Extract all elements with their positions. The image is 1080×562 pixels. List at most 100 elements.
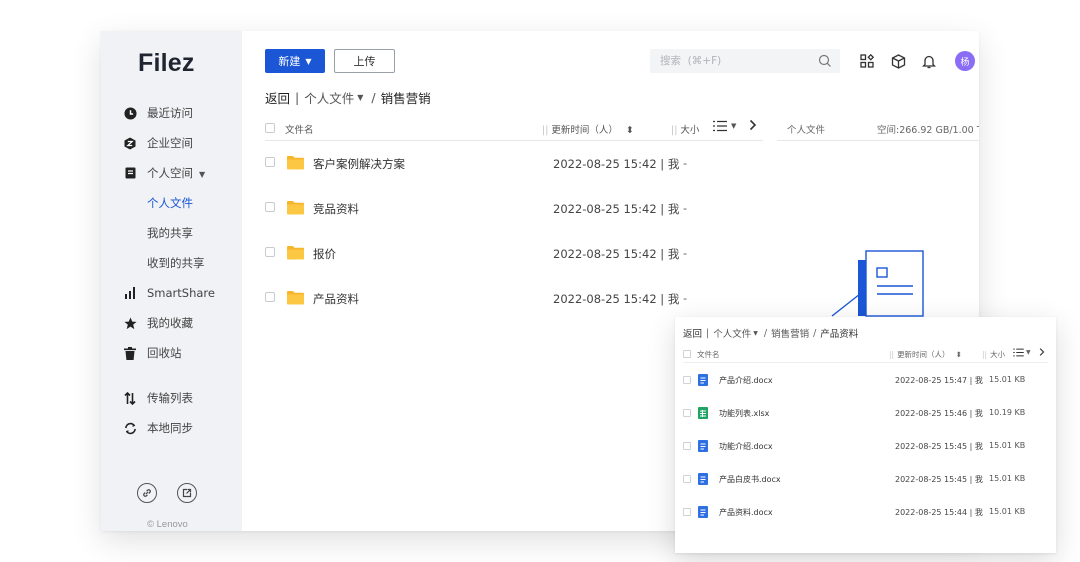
clock-icon <box>123 106 137 120</box>
bell-icon[interactable] <box>921 53 937 69</box>
chevron-right-icon[interactable] <box>749 119 757 134</box>
sidebar-item-label: 收到的共享 <box>147 256 205 270</box>
breadcrumb-back-link[interactable]: 返回 <box>265 88 290 107</box>
file-name[interactable]: 产品介绍.docx <box>719 375 773 386</box>
sidebar-item-recycle-bin[interactable]: 回收站 <box>101 342 242 364</box>
breadcrumb-separator: / <box>813 327 817 339</box>
table-row[interactable]: 客户案例解决方案 2022-08-25 15:42 | 我 - <box>265 152 725 174</box>
column-header-time[interactable]: || 更新时间（人） ⬍ <box>542 122 634 136</box>
list-item[interactable]: 功能介绍.docx 2022-08-25 15:45 | 我 15.01 KB <box>683 439 1043 453</box>
breadcrumb-parent-link[interactable]: 个人文件 <box>304 88 354 107</box>
row-checkbox[interactable] <box>265 202 275 212</box>
row-checkbox[interactable] <box>265 247 275 257</box>
chevron-right-icon[interactable] <box>1039 347 1045 359</box>
subfolder-preview-panel: 返回 | 个人文件 ▼ / 销售营销 / 产品资料 文件名 || 更新时间（人） ⬍… <box>675 317 1056 553</box>
sidebar-item-label: 企业空间 <box>147 136 193 150</box>
file-size: 15.01 KB <box>989 507 1026 516</box>
sidebar-item-local-sync[interactable]: 本地同步 <box>101 417 242 439</box>
word-doc-icon <box>698 473 708 485</box>
breadcrumb-parent-link[interactable]: 个人文件 <box>713 326 751 340</box>
document-illustration <box>831 250 924 317</box>
sidebar-item-my-shares[interactable]: 我的共享 <box>101 222 242 244</box>
chevron-down-icon[interactable]: ▼ <box>1026 349 1031 356</box>
avatar[interactable]: 杨 <box>955 51 975 71</box>
breadcrumb-separator: / <box>371 90 376 105</box>
row-checkbox[interactable] <box>683 409 691 417</box>
list-item[interactable]: 功能列表.xlsx 2022-08-25 15:46 | 我 10.19 KB <box>683 406 1043 420</box>
storage-usage: 空间:266.92 GB/1.00 TB <box>877 125 979 136</box>
sidebar-item-label: 个人文件 <box>147 196 193 210</box>
new-button-label: 新建 <box>278 55 301 68</box>
apps-grid-icon[interactable] <box>859 53 875 69</box>
file-name[interactable]: 客户案例解决方案 <box>313 156 405 172</box>
sidebar-item-transfer-list[interactable]: 传输列表 <box>101 387 242 409</box>
table-row[interactable]: 报价 2022-08-25 15:42 | 我 - <box>265 242 725 264</box>
file-name[interactable]: 报价 <box>313 246 336 262</box>
new-button[interactable]: 新建 ▼ <box>265 49 325 73</box>
chevron-down-icon[interactable]: ▼ <box>753 330 758 337</box>
link-button[interactable] <box>137 483 157 503</box>
chevron-down-icon[interactable]: ▼ <box>357 93 363 102</box>
spreadsheet-icon <box>698 407 708 419</box>
upload-button[interactable]: 上传 <box>334 49 395 73</box>
share-button[interactable] <box>177 483 197 503</box>
row-checkbox[interactable] <box>683 508 691 516</box>
sidebar-item-personal-files[interactable]: 个人文件 <box>101 192 242 214</box>
chevron-down-icon: ▼ <box>305 56 312 66</box>
word-doc-icon <box>698 440 708 452</box>
chevron-down-icon[interactable]: ▼ <box>731 122 736 130</box>
sort-icon: ⬍ <box>625 125 634 136</box>
row-checkbox[interactable] <box>683 376 691 384</box>
breadcrumb-back-link[interactable]: 返回 <box>683 326 702 340</box>
select-all-checkbox[interactable] <box>265 123 275 133</box>
breadcrumb-folder-link[interactable]: 销售营销 <box>771 326 809 340</box>
box-icon[interactable] <box>890 53 906 69</box>
transfer-icon <box>123 391 137 405</box>
file-name[interactable]: 功能介绍.docx <box>719 441 773 452</box>
sidebar-item-personal-space[interactable]: 个人空间 ▼ <box>101 162 242 184</box>
sidebar-item-smartshare[interactable]: SmartShare <box>101 282 242 304</box>
row-checkbox[interactable] <box>265 157 275 167</box>
file-name[interactable]: 产品资料.docx <box>719 507 773 518</box>
column-header-size[interactable]: || 大小 <box>982 349 1005 360</box>
sidebar-item-received-shares[interactable]: 收到的共享 <box>101 252 242 274</box>
column-header-size[interactable]: || 大小 <box>671 122 699 136</box>
file-name[interactable]: 功能列表.xlsx <box>719 408 769 419</box>
file-size: - <box>683 156 688 170</box>
search-input[interactable] <box>650 49 840 73</box>
sidebar-item-enterprise[interactable]: 企业空间 <box>101 132 242 154</box>
file-time: 2022-08-25 15:44 | 我 <box>895 508 983 517</box>
list-item[interactable]: 产品白皮书.docx 2022-08-25 15:45 | 我 15.01 KB <box>683 472 1043 486</box>
list-item[interactable]: 产品介绍.docx 2022-08-25 15:47 | 我 15.01 KB <box>683 373 1043 387</box>
file-name[interactable]: 产品白皮书.docx <box>719 474 781 485</box>
table-row[interactable]: 竞品资料 2022-08-25 15:42 | 我 - <box>265 197 725 219</box>
list-view-icon[interactable] <box>1013 348 1024 359</box>
sidebar-item-label: 回收站 <box>147 346 182 360</box>
breadcrumb-current: 销售营销 <box>380 91 431 106</box>
sidebar-item-recent[interactable]: 最近访问 <box>101 102 242 124</box>
row-checkbox[interactable] <box>265 292 275 302</box>
file-time: 2022-08-25 15:42 | 我 <box>553 247 680 261</box>
column-header-time[interactable]: || 更新时间（人） ⬍ <box>889 349 962 360</box>
sidebar-item-label: 最近访问 <box>147 106 193 120</box>
file-size: - <box>683 246 688 260</box>
file-name[interactable]: 竞品资料 <box>313 201 359 217</box>
sidebar-item-favorites[interactable]: 我的收藏 <box>101 312 242 334</box>
row-checkbox[interactable] <box>683 442 691 450</box>
link-icon <box>143 489 151 497</box>
sidebar: Filez 最近访问 企业空间 个人空间 ▼ 个人文件 我的共享 收到的共享 S… <box>101 31 242 531</box>
file-name[interactable]: 产品资料 <box>313 291 359 307</box>
select-all-checkbox[interactable] <box>683 350 691 358</box>
table-row[interactable]: 产品资料 2022-08-25 15:42 | 我 - <box>265 287 725 309</box>
trash-icon <box>123 346 137 360</box>
column-header-name[interactable]: 文件名 <box>697 349 720 360</box>
folder-icon <box>287 156 304 170</box>
file-time: 2022-08-25 15:45 | 我 <box>895 442 983 451</box>
column-header-name[interactable]: 文件名 <box>285 122 314 136</box>
sidebar-item-label: SmartShare <box>147 286 215 300</box>
details-panel-title: 个人文件 <box>787 125 826 136</box>
list-view-icon[interactable] <box>713 120 727 135</box>
row-checkbox[interactable] <box>683 475 691 483</box>
list-item[interactable]: 产品资料.docx 2022-08-25 15:44 | 我 15.01 KB <box>683 505 1043 519</box>
search-icon[interactable] <box>818 54 832 68</box>
